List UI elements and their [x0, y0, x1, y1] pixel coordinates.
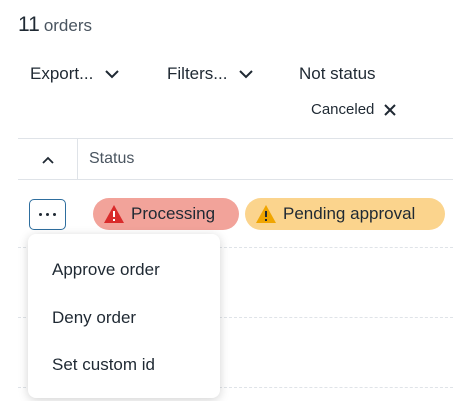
status-badge-pending-approval: Pending approval — [245, 198, 445, 230]
status-column-header[interactable]: Status — [89, 150, 134, 168]
chevron-down-icon — [239, 70, 254, 79]
row-actions-menu: Approve order Deny order Set custom id — [28, 234, 220, 398]
filters-label: Filters... — [167, 64, 228, 83]
chevron-down-icon — [105, 70, 120, 79]
menu-item-deny-order[interactable]: Deny order — [52, 308, 136, 328]
filter-chip-label: Canceled — [311, 101, 375, 118]
order-count-unit: orders — [43, 16, 92, 35]
not-status-label: Not status — [299, 64, 376, 83]
order-count-number: 11 — [18, 13, 40, 36]
dot — [53, 213, 56, 216]
status-badge-label: Pending approval — [283, 204, 416, 223]
toolbar: Export... Filters... Not status — [0, 64, 453, 88]
export-button[interactable]: Export... — [30, 64, 120, 84]
dot — [39, 213, 42, 216]
close-icon[interactable] — [383, 103, 397, 117]
table-header: Status — [18, 138, 453, 180]
chevron-up-icon — [41, 156, 54, 164]
status-badge-label: Processing — [131, 204, 216, 223]
status-badge-processing: Processing — [93, 198, 239, 230]
order-count: 11 orders — [18, 13, 92, 37]
menu-item-approve-order[interactable]: Approve order — [52, 260, 160, 280]
collapse-toggle[interactable] — [18, 139, 78, 180]
not-status-filter[interactable]: Not status — [299, 64, 376, 84]
row-actions-button[interactable] — [29, 199, 66, 230]
dot — [46, 213, 49, 216]
filters-button[interactable]: Filters... — [167, 64, 254, 84]
warning-triangle-icon — [256, 205, 276, 223]
export-label: Export... — [30, 64, 94, 83]
filter-chip-canceled: Canceled — [311, 101, 397, 118]
menu-item-set-custom-id[interactable]: Set custom id — [52, 355, 155, 375]
error-triangle-icon — [104, 205, 124, 223]
